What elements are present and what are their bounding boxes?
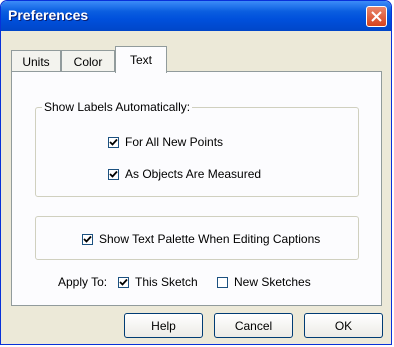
apply-to-label: Apply To: — [58, 275, 108, 289]
this-sketch-option[interactable]: This Sketch — [118, 275, 198, 289]
title-bar[interactable]: Preferences — [1, 1, 391, 31]
tab-text[interactable]: Text — [115, 46, 167, 73]
window-title: Preferences — [8, 7, 89, 23]
text-palette-checkbox[interactable] — [82, 233, 93, 245]
new-sketches-option[interactable]: New Sketches — [217, 275, 311, 289]
preferences-dialog: Preferences Units Color Text Show Labels… — [0, 0, 392, 345]
as-objects-measured-option[interactable]: As Objects Are Measured — [108, 167, 261, 181]
cancel-button[interactable]: Cancel — [214, 313, 293, 338]
show-labels-group: Show Labels Automatically: — [35, 100, 359, 197]
tab-color[interactable]: Color — [61, 50, 115, 72]
for-all-new-points-checkbox[interactable] — [108, 136, 119, 148]
checkmark-icon — [109, 138, 118, 146]
new-sketches-checkbox[interactable] — [217, 276, 228, 288]
text-palette-label: Show Text Palette When Editing Captions — [99, 232, 321, 246]
help-button[interactable]: Help — [124, 313, 203, 338]
this-sketch-label: This Sketch — [135, 275, 198, 289]
as-objects-measured-label: As Objects Are Measured — [125, 167, 262, 181]
new-sketches-label: New Sketches — [234, 275, 311, 289]
for-all-new-points-option[interactable]: For All New Points — [108, 135, 223, 149]
checkmark-icon — [83, 235, 92, 243]
as-objects-measured-checkbox[interactable] — [108, 168, 119, 180]
close-icon — [371, 11, 382, 22]
text-tab-panel: Show Labels Automatically: For All New P… — [11, 71, 382, 306]
close-button[interactable] — [366, 6, 387, 27]
this-sketch-checkbox[interactable] — [118, 276, 129, 288]
for-all-new-points-label: For All New Points — [125, 135, 224, 149]
tab-units[interactable]: Units — [11, 50, 61, 72]
checkmark-icon — [109, 170, 118, 178]
ok-button[interactable]: OK — [304, 313, 383, 338]
checkmark-icon — [119, 278, 128, 286]
show-labels-legend: Show Labels Automatically: — [42, 100, 193, 114]
text-palette-option[interactable]: Show Text Palette When Editing Captions — [82, 232, 320, 246]
